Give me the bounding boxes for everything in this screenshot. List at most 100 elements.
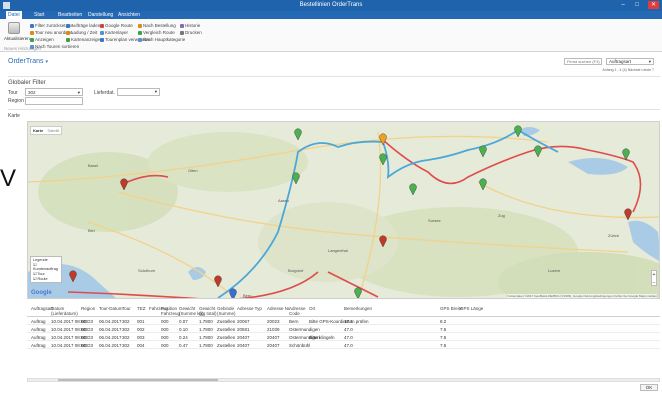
- minimize-button[interactable]: –: [618, 1, 628, 9]
- tour-select[interactable]: 302 ▾: [25, 88, 83, 96]
- table-cell: 20023: [267, 319, 280, 324]
- ribbon-button-label: Google Route: [105, 23, 133, 28]
- window-title: Bestellinien OrderTrans: [299, 2, 363, 8]
- zoom-control[interactable]: + −: [651, 270, 657, 286]
- column-header[interactable]: Tour-Datum: [99, 306, 123, 311]
- refresh-button[interactable]: Aktualisieren: [4, 22, 30, 48]
- table-cell: 000: [161, 343, 169, 348]
- column-header[interactable]: Datum (Lieferdatum): [51, 306, 78, 316]
- ribbon-button[interactable]: Vergleich Route: [138, 30, 175, 35]
- date-picker[interactable]: ▾: [117, 88, 160, 96]
- column-header[interactable]: Position Fahrzeug: [161, 306, 180, 316]
- type-select[interactable]: Auftragsart ▾: [606, 58, 654, 65]
- table-cell: 000: [161, 327, 169, 332]
- table-row[interactable]: Auftrag 10.04.2017 08:00 BDD3 06.04.2017 302…: [27, 326, 660, 333]
- region-input[interactable]: [25, 97, 83, 105]
- table-cell: 0.24: [179, 335, 188, 340]
- ribbon-button-label: Kartenlayer: [105, 30, 129, 35]
- column-header[interactable]: Tour: [122, 306, 131, 311]
- tab-satellite[interactable]: Satellit: [47, 128, 59, 133]
- tab-map[interactable]: Karte: [33, 128, 43, 133]
- city-label: Luzern: [548, 268, 560, 273]
- ribbon-button[interactable]: Nach Hauptkategorie: [138, 37, 185, 42]
- search-input[interactable]: [564, 58, 602, 65]
- table-cell: 7.5: [440, 343, 447, 348]
- city-label: Sursee: [428, 218, 441, 223]
- map[interactable]: Zürich Bern Basel Aarau Olten Luzern Biel Solot…: [27, 121, 660, 299]
- table-cell: 000: [161, 319, 169, 324]
- table-cell: Auftrag: [31, 327, 46, 332]
- table-cell: 7.5: [440, 327, 447, 332]
- pager[interactable]: Anfang 1 - 4 (4) Nächste Letzte 7: [602, 68, 654, 72]
- menu-ansichten[interactable]: Ansichten: [118, 12, 140, 18]
- ribbon-button-label: Aufträge laden: [71, 23, 101, 28]
- column-header[interactable]: Adresse Code: [289, 306, 306, 316]
- table-cell: Zustellen: [217, 327, 236, 332]
- menu-bar: Datei Start Bearbeiten Darstellung Ansic…: [0, 11, 662, 19]
- ribbon-button[interactable]: Ladung / Zeit: [66, 30, 97, 35]
- table-row[interactable]: Auftrag 10.04.2017 08:00 BDD3 06.04.2017 302…: [27, 318, 660, 325]
- table-cell: 0.47: [179, 343, 188, 348]
- table-row[interactable]: Auftrag 10.04.2017 08:00 BDD3 06.04.2017 302…: [27, 342, 660, 349]
- table-cell: 47.0: [344, 335, 353, 340]
- table-cell: BDD3: [81, 343, 94, 348]
- zoom-in-button[interactable]: +: [652, 271, 656, 279]
- map-type-control[interactable]: Karte Satellit: [30, 126, 63, 135]
- ribbon-icon: [30, 23, 34, 28]
- city-label: Aarau: [278, 198, 289, 203]
- ribbon-icon: [66, 23, 70, 28]
- table-cell: 47.0: [344, 343, 353, 348]
- column-header[interactable]: Region: [81, 306, 95, 311]
- ribbon-button[interactable]: Kartenanzeige: [66, 37, 100, 42]
- column-header[interactable]: Bemerkungen: [344, 306, 372, 311]
- horizontal-scrollbar[interactable]: [27, 378, 660, 382]
- table-cell: 302: [122, 335, 130, 340]
- map-canvas[interactable]: Zürich Bern Basel Aarau Olten Luzern Biel Solot…: [28, 122, 660, 299]
- scrollbar-thumb[interactable]: [58, 379, 218, 381]
- table-row[interactable]: Auftrag 10.04.2017 08:00 BDD3 06.04.2017 302…: [27, 334, 660, 341]
- table-cell: Auftrag: [31, 335, 46, 340]
- column-header[interactable]: Adresse Typ: [237, 306, 262, 311]
- table-cell: 302: [122, 327, 130, 332]
- table-cell: 1.7800: [199, 319, 213, 324]
- column-header[interactable]: Gebinde (Summe): [217, 306, 236, 316]
- map-attribution[interactable]: Kartendaten ©2017 GeoBasis-DE/BKG (©2009…: [507, 294, 657, 298]
- table-cell: 000: [161, 335, 169, 340]
- table-cell: 001: [137, 319, 145, 324]
- refresh-icon: [8, 22, 20, 34]
- ribbon-button[interactable]: Drucken: [180, 30, 202, 35]
- table-cell: Ostermundigen: [289, 327, 320, 332]
- menu-darstellung[interactable]: Darstellung: [88, 12, 113, 18]
- table-cell: 004: [137, 343, 145, 348]
- table-cell: 20407: [267, 343, 280, 348]
- column-header[interactable]: TEZ: [137, 306, 146, 311]
- close-button[interactable]: ✕: [648, 1, 659, 9]
- ribbon-button-label: Drucken: [185, 30, 202, 35]
- column-header[interactable]: Auftragsart: [31, 306, 53, 311]
- ribbon-button[interactable]: Aufträge laden: [66, 23, 100, 28]
- menu-datei[interactable]: Datei: [6, 11, 22, 19]
- legend-item: ☑ Route: [33, 277, 48, 281]
- column-header[interactable]: Gewicht (kg total): [199, 306, 217, 316]
- menu-bearbeiten[interactable]: Bearbeiten: [58, 12, 82, 18]
- chevron-down-icon[interactable]: ▾: [45, 59, 48, 65]
- pane-title: OrderTrans ▾: [8, 58, 48, 65]
- column-header[interactable]: GPS Länge: [460, 306, 483, 311]
- ribbon-button[interactable]: Nach Bestellung: [138, 23, 176, 28]
- table-cell: 20407: [237, 343, 250, 348]
- ribbon-button[interactable]: Google Route: [100, 23, 133, 28]
- ok-button[interactable]: OK: [640, 384, 658, 391]
- ribbon-button[interactable]: Anzeigen: [30, 37, 54, 42]
- map-legend: Legende ☑ Kundenauftrag ☑ Tour ☑ Route: [30, 256, 62, 283]
- maximize-button[interactable]: □: [632, 1, 642, 9]
- table-cell: 20407: [237, 335, 250, 340]
- zoom-out-button[interactable]: −: [652, 279, 656, 287]
- ribbon-button[interactable]: Nach Touren sortieren: [30, 44, 79, 49]
- ribbon-button[interactable]: Kartenlayer: [100, 30, 128, 35]
- ribbon-button[interactable]: Historie: [180, 23, 200, 28]
- column-header[interactable]: Ort: [309, 306, 315, 311]
- column-header[interactable]: Adresse Nr.: [267, 306, 291, 311]
- overlay-letter: V: [0, 165, 17, 192]
- menu-start[interactable]: Start: [34, 12, 45, 18]
- ribbon-icon: [180, 30, 184, 35]
